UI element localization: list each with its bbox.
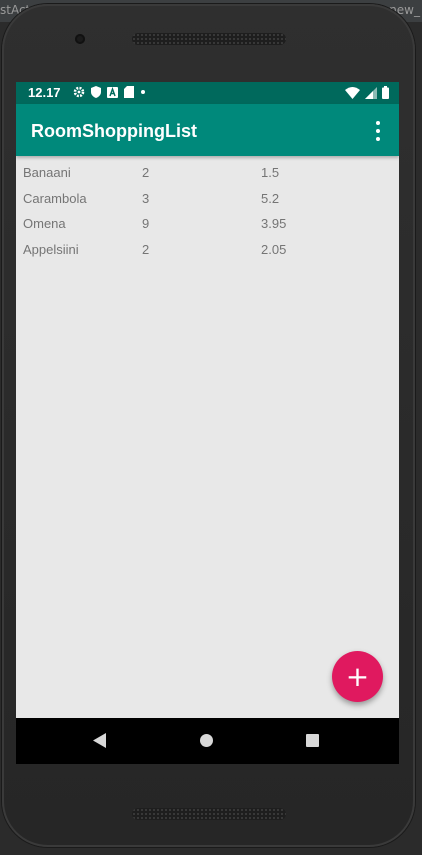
shield-icon <box>91 86 101 98</box>
list-item[interactable]: Banaani 2 1.5 <box>16 160 399 186</box>
item-price: 2.05 <box>261 241 287 257</box>
navigation-bar <box>16 718 399 764</box>
status-system-icons <box>345 86 389 99</box>
item-price: 5.2 <box>261 190 280 206</box>
back-icon[interactable] <box>93 733 106 748</box>
status-notification-icons <box>73 86 146 98</box>
top-speaker-grille <box>132 33 286 45</box>
item-name: Appelsiini <box>23 241 79 257</box>
device-screen: 12.17 RoomShoppingList Banaani 2 1.5 Car… <box>16 82 399 764</box>
shopping-list: Banaani 2 1.5 Carambola 3 5.2 Omena 9 3.… <box>16 160 399 262</box>
item-name: Omena <box>23 216 66 231</box>
item-quantity: 3 <box>142 190 150 206</box>
app-title: RoomShoppingList <box>31 121 197 141</box>
list-item[interactable]: Appelsiini 2 2.05 <box>16 237 399 263</box>
home-icon[interactable] <box>200 734 213 747</box>
item-quantity: 2 <box>142 241 150 257</box>
more-vert-icon[interactable] <box>369 121 387 141</box>
status-bar: 12.17 <box>16 82 399 104</box>
item-price: 3.95 <box>261 216 287 231</box>
recents-icon[interactable] <box>306 734 319 747</box>
item-name: Banaani <box>23 165 71 180</box>
plus-icon: + <box>345 660 370 693</box>
front-camera <box>75 34 85 44</box>
battery-icon <box>382 86 389 99</box>
bottom-speaker-grille <box>132 808 286 820</box>
item-quantity: 9 <box>142 216 150 231</box>
app-bar: RoomShoppingList <box>16 104 399 156</box>
notification-a-icon <box>107 86 118 98</box>
status-time: 12.17 <box>28 85 61 100</box>
sd-card-icon <box>124 86 134 98</box>
list-item[interactable]: Omena 9 3.95 <box>16 211 399 237</box>
item-quantity: 2 <box>142 165 150 180</box>
wifi-icon <box>345 86 360 99</box>
dot-icon <box>141 90 145 94</box>
gear-icon <box>73 86 85 98</box>
list-item[interactable]: Carambola 3 5.2 <box>16 186 399 212</box>
item-price: 1.5 <box>261 165 280 180</box>
item-name: Carambola <box>23 190 87 206</box>
cell-signal-icon <box>365 86 377 99</box>
add-item-button[interactable]: + <box>332 651 383 702</box>
